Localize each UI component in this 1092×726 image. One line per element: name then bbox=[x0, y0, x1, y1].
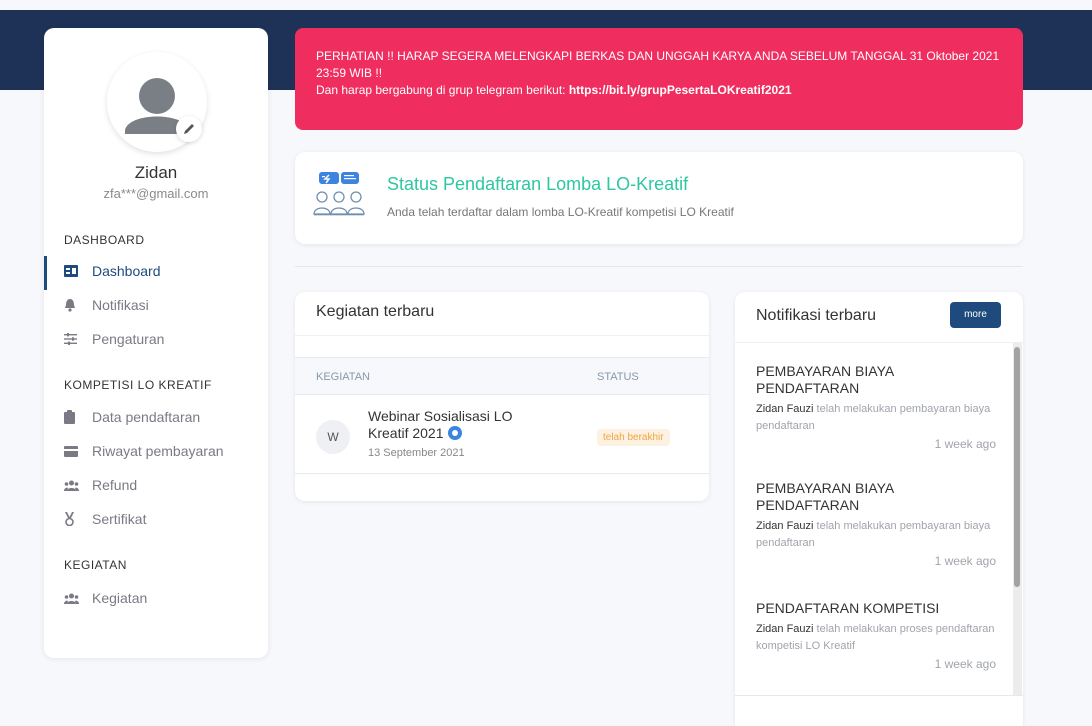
column-header-status: STATUS bbox=[597, 371, 639, 383]
status-description: Anda telah terdaftar dalam lomba LO-Krea… bbox=[387, 205, 734, 219]
alert-message: PERHATIAN !! HARAP SEGERA MELENGKAPI BER… bbox=[316, 49, 1000, 80]
activity-title-text: Webinar Sosialisasi LO Kreatif 2021 bbox=[368, 408, 513, 441]
notification-time: 1 week ago bbox=[934, 657, 996, 671]
users-icon bbox=[64, 593, 92, 604]
status-badge: telah berakhir bbox=[597, 429, 670, 446]
notification-time: 1 week ago bbox=[934, 437, 996, 451]
section-heading-dashboard: DASHBOARD bbox=[64, 233, 145, 247]
notifications-title: Notifikasi terbaru bbox=[756, 307, 877, 324]
notification-body: Zidan Fauzi telah melakukan pembayaran b… bbox=[756, 401, 996, 435]
notification-body: Zidan Fauzi telah melakukan pembayaran b… bbox=[756, 518, 996, 552]
edit-avatar-button[interactable] bbox=[176, 116, 202, 142]
column-header-kegiatan: KEGIATAN bbox=[316, 371, 370, 383]
notification-heading: PEMBAYARAN BIAYA PENDAFTARAN bbox=[756, 480, 894, 513]
sidebar-item-refund[interactable]: Refund bbox=[64, 474, 254, 496]
sidebar-item-data-pendaftaran[interactable]: Data pendaftaran bbox=[64, 406, 254, 428]
table-header: KEGIATAN STATUS bbox=[295, 357, 709, 395]
pencil-icon bbox=[184, 124, 194, 134]
sidebar-item-label: Kegiatan bbox=[92, 590, 148, 606]
user-email: zfa***@gmail.com bbox=[103, 186, 209, 201]
activity-avatar: W bbox=[316, 420, 350, 454]
divider bbox=[295, 335, 709, 336]
notification-list[interactable]: PEMBAYARAN BIAYA PENDAFTARAN Zidan Fauzi… bbox=[735, 343, 1023, 695]
sidebar-item-label: Riwayat pembayaran bbox=[92, 443, 224, 459]
notification-body: Zidan Fauzi telah melakukan proses penda… bbox=[756, 621, 996, 655]
section-heading-kompetisi: KOMPETISI LO KREATIF bbox=[64, 378, 212, 392]
sliders-icon bbox=[64, 333, 92, 345]
recent-activities-card: Kegiatan terbaru KEGIATAN STATUS W Webin… bbox=[295, 292, 709, 501]
notification-item[interactable]: PEMBAYARAN BIAYA PENDAFTARAN Zidan Fauzi… bbox=[756, 363, 996, 451]
alert-prefix: Dan harap bergabung di grup telegram ber… bbox=[316, 83, 569, 97]
notification-heading: PENDAFTARAN KOMPETISI bbox=[756, 600, 940, 616]
sidebar-item-label: Data pendaftaran bbox=[92, 409, 201, 425]
sidebar-item-pengaturan[interactable]: Pengaturan bbox=[64, 328, 254, 350]
sidebar-item-dashboard[interactable]: Dashboard bbox=[64, 260, 254, 282]
notification-time: 1 week ago bbox=[934, 554, 996, 568]
users-icon bbox=[64, 480, 92, 491]
active-indicator bbox=[44, 256, 47, 290]
notification-item[interactable]: PENDAFTARAN KOMPETISI Zidan Fauzi telah … bbox=[756, 600, 996, 671]
more-button[interactable]: more bbox=[950, 302, 1001, 328]
divider bbox=[735, 695, 1023, 696]
sidebar-item-label: Sertifikat bbox=[92, 511, 147, 527]
user-name: Zidan bbox=[134, 163, 178, 182]
bell-icon bbox=[64, 298, 92, 312]
verified-badge-icon bbox=[447, 426, 462, 440]
section-divider bbox=[295, 266, 1023, 267]
notification-heading: PEMBAYARAN BIAYA PENDAFTARAN bbox=[756, 363, 894, 396]
recent-notifications-card: Notifikasi terbaru more PEMBAYARAN BIAYA… bbox=[735, 292, 1023, 726]
notification-item[interactable]: PEMBAYARAN BIAYA PENDAFTARAN Zidan Fauzi… bbox=[756, 480, 996, 568]
clipboard-icon bbox=[64, 410, 92, 424]
divider bbox=[295, 473, 709, 474]
sidebar: Zidan zfa***@gmail.com DASHBOARD Dashboa… bbox=[44, 28, 268, 658]
notification-actor: Zidan Fauzi bbox=[756, 403, 814, 415]
sidebar-item-kegiatan[interactable]: Kegiatan bbox=[64, 587, 254, 609]
dashboard-icon bbox=[64, 265, 92, 277]
deadline-alert: PERHATIAN !! HARAP SEGERA MELENGKAPI BER… bbox=[295, 28, 1023, 130]
sidebar-item-label: Pengaturan bbox=[92, 331, 165, 347]
activity-date: 13 September 2021 bbox=[368, 447, 465, 459]
medal-icon bbox=[64, 512, 92, 526]
scrollbar-thumb[interactable] bbox=[1014, 347, 1020, 587]
section-heading-kegiatan: KEGIATAN bbox=[64, 558, 127, 572]
alert-telegram-line: Dan harap bergabung di grup telegram ber… bbox=[316, 82, 1003, 99]
sidebar-item-label: Notifikasi bbox=[92, 297, 149, 313]
sidebar-item-sertifikat[interactable]: Sertifikat bbox=[64, 508, 254, 530]
telegram-group-link[interactable]: https://bit.ly/grupPesertaLOKreatif2021 bbox=[569, 83, 792, 97]
credit-card-icon bbox=[64, 445, 92, 457]
activity-title[interactable]: Webinar Sosialisasi LO Kreatif 2021 bbox=[368, 408, 528, 442]
notification-actor: Zidan Fauzi bbox=[756, 623, 814, 635]
activities-title: Kegiatan terbaru bbox=[316, 303, 435, 320]
sidebar-item-label: Refund bbox=[92, 477, 138, 493]
sidebar-item-riwayat-pembayaran[interactable]: Riwayat pembayaran bbox=[64, 440, 254, 462]
notification-actor: Zidan Fauzi bbox=[756, 520, 814, 532]
sidebar-item-notifikasi[interactable]: Notifikasi bbox=[64, 294, 254, 316]
registration-status-card: Status Pendaftaran Lomba LO-Kreatif Anda… bbox=[295, 152, 1023, 244]
team-chat-icon bbox=[313, 170, 365, 229]
status-title: Status Pendaftaran Lomba LO-Kreatif bbox=[387, 174, 689, 194]
sidebar-item-label: Dashboard bbox=[92, 263, 161, 279]
